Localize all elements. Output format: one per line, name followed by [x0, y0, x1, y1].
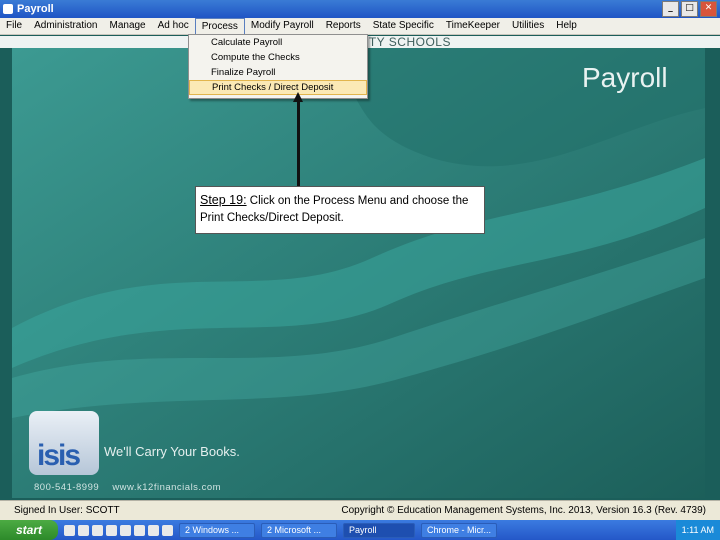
start-button[interactable]: start — [0, 520, 58, 540]
menu-item-compute-checks[interactable]: Compute the Checks — [189, 50, 367, 65]
background-waves — [12, 48, 705, 498]
menu-bar: File Administration Manage Ad hoc Proces… — [0, 18, 720, 35]
menu-help[interactable]: Help — [550, 18, 583, 34]
quick-launch — [64, 524, 173, 536]
instruction-callout: Step 19: Click on the Process Menu and c… — [195, 186, 485, 234]
contact-info: 800-541-8999 www.k12financials.com — [34, 482, 221, 493]
quick-launch-icon[interactable] — [106, 524, 117, 536]
menu-file[interactable]: File — [0, 18, 28, 34]
minimize-button[interactable]: _ — [662, 1, 679, 17]
window-title: Payroll — [17, 3, 54, 15]
phone-number: 800-541-8999 — [34, 482, 100, 493]
title-bar: Payroll _ □ ✕ — [0, 0, 720, 18]
menu-utilities[interactable]: Utilities — [506, 18, 550, 34]
system-tray: 1:11 AM — [675, 520, 720, 540]
menu-modify-payroll[interactable]: Modify Payroll — [245, 18, 320, 34]
copyright-text: Copyright © Education Management Systems… — [341, 505, 706, 516]
taskbar: start 2 Windows ... 2 Microsoft ... Payr… — [0, 520, 720, 540]
module-title: Payroll — [582, 62, 668, 93]
taskbar-task-payroll[interactable]: Payroll — [343, 522, 415, 538]
quick-launch-icon[interactable] — [134, 524, 145, 536]
tagline: We'll Carry Your Books. — [104, 444, 240, 459]
pointer-arrow-line — [297, 100, 300, 186]
company-logo: isis — [29, 411, 99, 475]
quick-launch-icon[interactable] — [64, 524, 75, 536]
taskbar-task[interactable]: Chrome - Micr... — [421, 522, 497, 538]
menu-adhoc[interactable]: Ad hoc — [152, 18, 195, 34]
app-icon — [3, 4, 13, 14]
menu-process[interactable]: Process — [194, 18, 245, 34]
maximize-button[interactable]: □ — [681, 1, 698, 17]
status-bar: Signed In User: SCOTT Copyright © Educat… — [0, 500, 720, 520]
website: www.k12financials.com — [112, 482, 222, 493]
clock[interactable]: 1:11 AM — [682, 525, 714, 535]
quick-launch-icon[interactable] — [78, 524, 89, 536]
logo-text: isis — [37, 439, 81, 472]
close-button[interactable]: ✕ — [700, 1, 717, 17]
quick-launch-icon[interactable] — [92, 524, 103, 536]
quick-launch-icon[interactable] — [148, 524, 159, 536]
process-menu-dropdown: Calculate Payroll Compute the Checks Fin… — [188, 34, 368, 99]
district-name: ITY SCHOOLS — [365, 35, 451, 49]
quick-launch-icon[interactable] — [120, 524, 131, 536]
menu-manage[interactable]: Manage — [103, 18, 151, 34]
window-controls: _ □ ✕ — [662, 1, 717, 17]
taskbar-task[interactable]: 2 Microsoft ... — [261, 522, 337, 538]
step-label: Step 19: — [200, 193, 247, 207]
quick-launch-icon[interactable] — [162, 524, 173, 536]
menu-state-specific[interactable]: State Specific — [367, 18, 440, 34]
main-canvas — [12, 48, 705, 498]
signed-in-user: Signed In User: SCOTT — [14, 505, 120, 516]
menu-item-print-checks-direct-deposit[interactable]: Print Checks / Direct Deposit — [189, 80, 367, 95]
menu-item-finalize-payroll[interactable]: Finalize Payroll — [189, 65, 367, 80]
menu-reports[interactable]: Reports — [320, 18, 367, 34]
menu-item-calculate-payroll[interactable]: Calculate Payroll — [189, 35, 367, 50]
menu-timekeeper[interactable]: TimeKeeper — [440, 18, 506, 34]
menu-administration[interactable]: Administration — [28, 18, 103, 34]
taskbar-task[interactable]: 2 Windows ... — [179, 522, 255, 538]
